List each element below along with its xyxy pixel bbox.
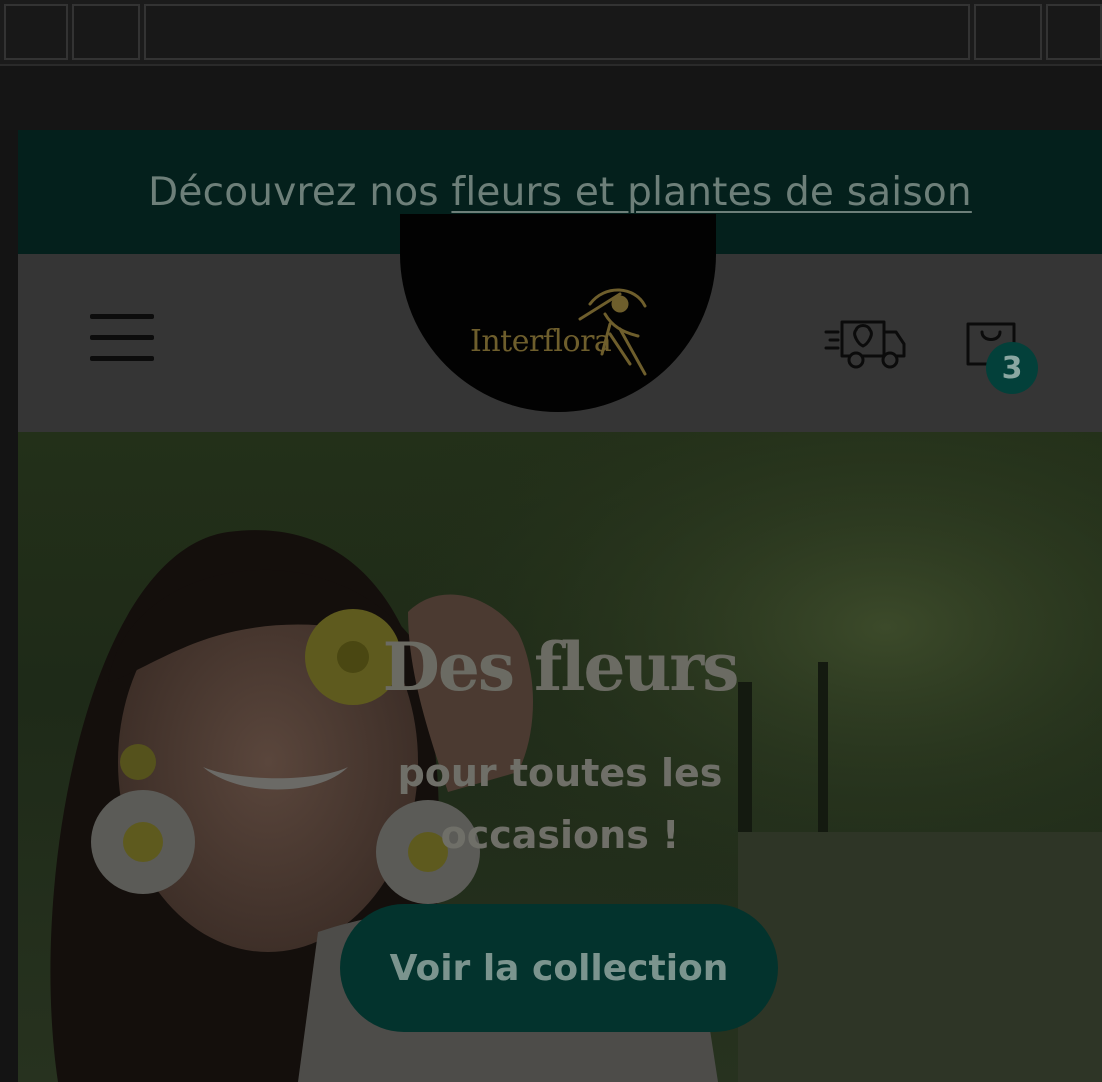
hamburger-menu-icon[interactable] bbox=[90, 314, 154, 364]
page-viewport: Découvrez nos fleurs et plantes de saiso… bbox=[18, 130, 1102, 1082]
hero-subtitle-line: occasions ! bbox=[440, 813, 680, 857]
hero-banner: Des fleurs pour toutes les occasions ! V… bbox=[18, 432, 1102, 1082]
promo-link[interactable]: fleurs et plantes de saison bbox=[451, 170, 971, 215]
toolbar-button[interactable] bbox=[72, 4, 140, 60]
hero-title: Des fleurs bbox=[382, 628, 740, 706]
promo-text: Découvrez nos bbox=[148, 169, 452, 215]
cart-count-badge: 3 bbox=[986, 342, 1038, 394]
view-collection-button[interactable]: Voir la collection bbox=[340, 904, 778, 1032]
toolbar-button[interactable] bbox=[4, 4, 68, 60]
browser-toolbar bbox=[0, 0, 1102, 66]
address-bar[interactable] bbox=[144, 4, 970, 60]
toolbar-button[interactable] bbox=[974, 4, 1042, 60]
brand-name: Interflora bbox=[470, 324, 612, 359]
brand-logo[interactable]: Interflora bbox=[400, 214, 716, 412]
toolbar-button[interactable] bbox=[1046, 4, 1102, 60]
delivery-truck-icon[interactable] bbox=[824, 316, 908, 374]
hero-subtitle: pour toutes les occasions ! bbox=[18, 742, 1102, 866]
hero-subtitle-line: pour toutes les bbox=[397, 751, 723, 795]
site-header: Interflora 3 bbox=[18, 214, 1102, 432]
toolbar-spacer bbox=[0, 66, 1102, 130]
